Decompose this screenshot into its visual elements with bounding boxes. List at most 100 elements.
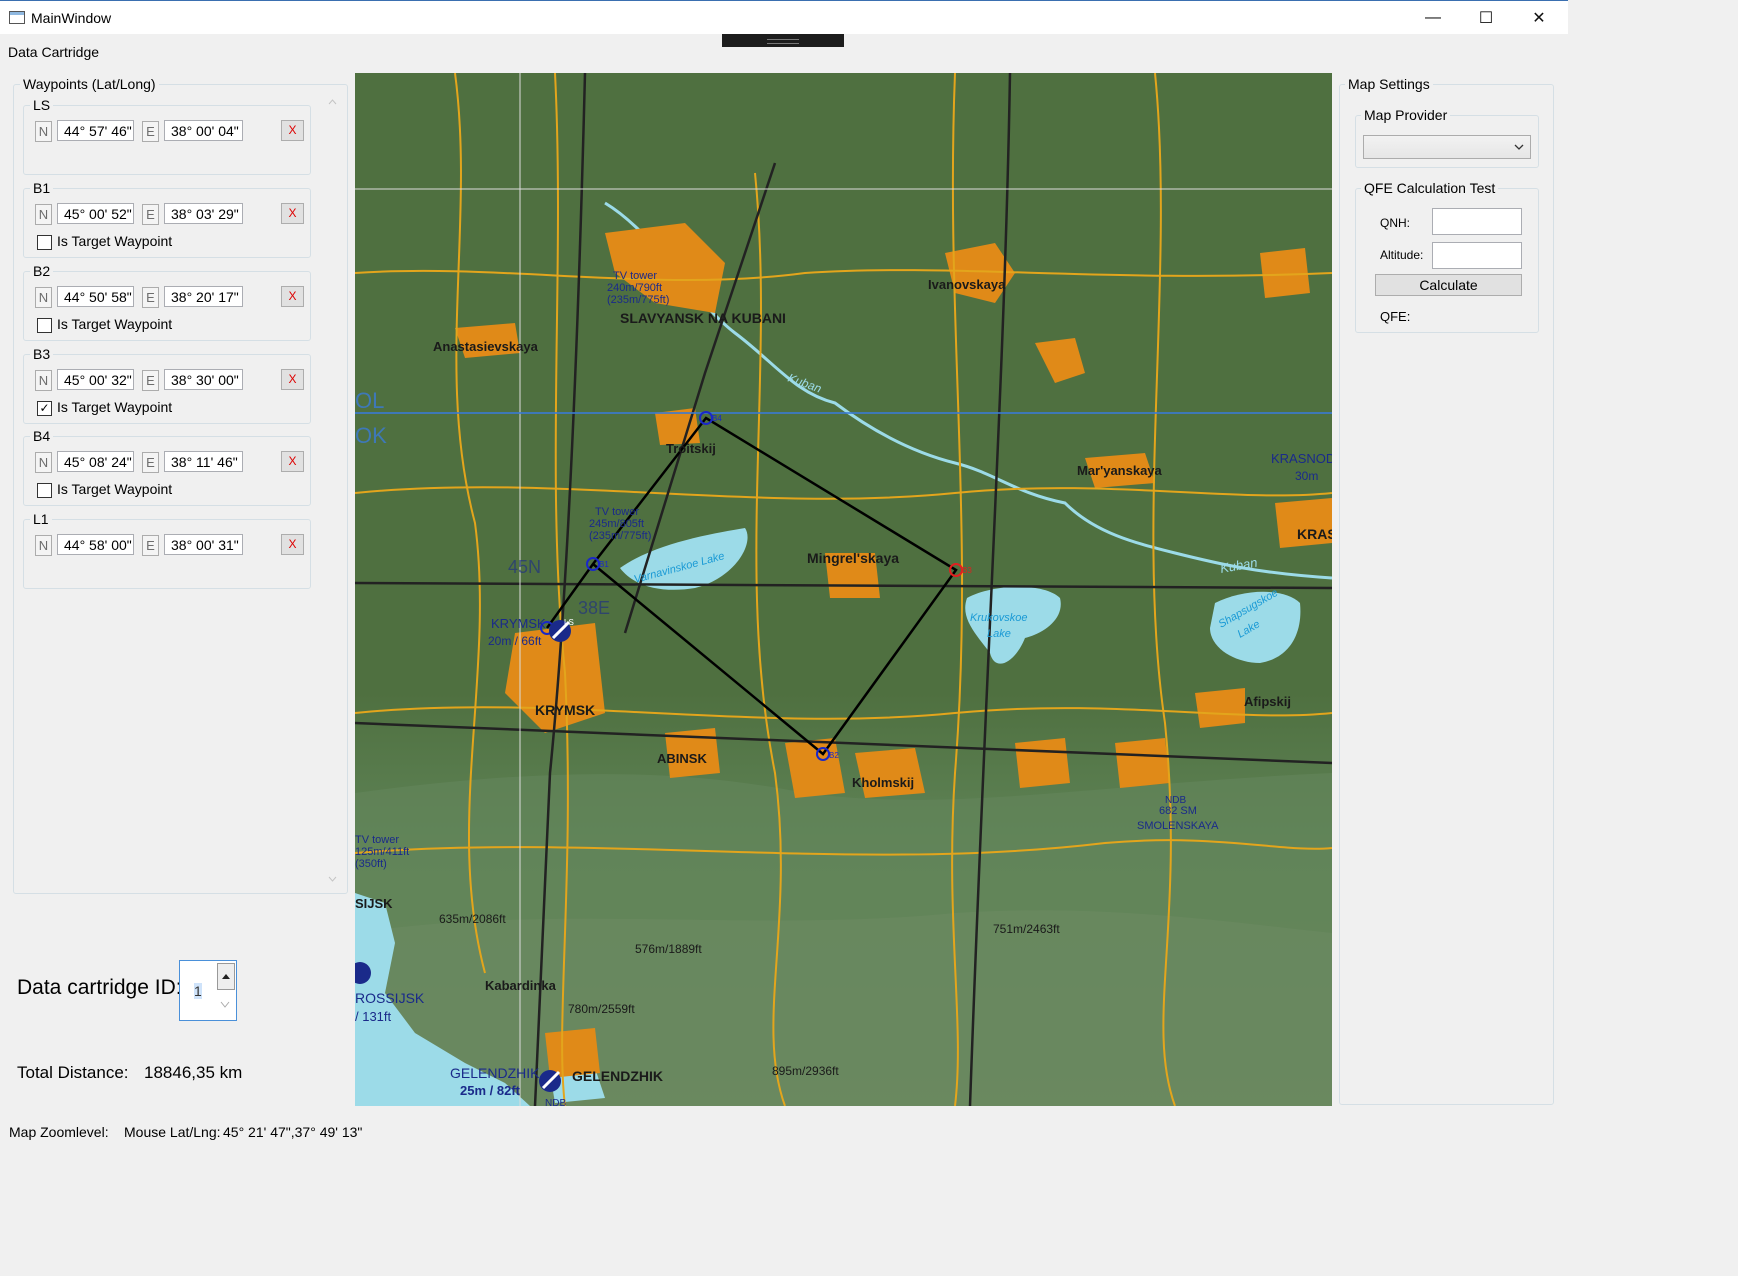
latitude-field[interactable]: 44° 57' 46": [57, 120, 134, 141]
latitude-field[interactable]: 45° 08' 24": [57, 451, 134, 472]
title-bar: MainWindow — ☐ ✕: [0, 0, 1568, 34]
map-label-abinsk: ABINSK: [657, 751, 707, 766]
is-target-label[interactable]: Is Target Waypoint: [57, 316, 172, 332]
map-label-tv-tower-3: TV tower: [355, 834, 399, 846]
qnh-input[interactable]: [1432, 208, 1522, 235]
calculate-button[interactable]: Calculate: [1375, 274, 1522, 296]
map-label-wp-b2: B2: [829, 751, 839, 760]
latitude-field[interactable]: 44° 50' 58": [57, 286, 134, 307]
lat-hemisphere-field[interactable]: N: [35, 287, 52, 308]
map-label-gelendzhik: GELENDZHIK: [572, 1068, 663, 1084]
map-label-ok: OK: [355, 423, 387, 448]
cartridge-id-label: Data cartridge ID:: [17, 976, 182, 999]
lat-hemisphere-field[interactable]: N: [35, 535, 52, 556]
map-provider-select[interactable]: [1363, 135, 1531, 159]
map-airfield-gelendzhik: [539, 1070, 561, 1092]
map-label-anastasievskaya: Anastasievskaya: [433, 339, 539, 354]
longitude-field[interactable]: 38° 00' 04": [164, 120, 243, 141]
map-label-novorossijsk-elev: / 131ft: [355, 1009, 392, 1024]
qfe-label: QFE:: [1380, 309, 1411, 324]
window-title: MainWindow: [31, 10, 112, 26]
lat-hemisphere-field[interactable]: N: [35, 121, 52, 142]
delete-waypoint-button[interactable]: X: [281, 286, 304, 307]
app-icon: [9, 11, 25, 24]
map-label-kholmskij: Kholmskij: [852, 775, 914, 790]
delete-waypoint-button[interactable]: X: [281, 120, 304, 141]
longitude-field[interactable]: 38° 00' 31": [164, 534, 243, 555]
delete-waypoint-button[interactable]: X: [281, 369, 304, 390]
map-label-elev-2: 576m/1889ft: [635, 942, 702, 956]
map-label-mingrelskaya: Mingrel'skaya: [807, 550, 899, 566]
waypoint-card: B2 N 44° 50' 58" E 38° 20' 17" X Is Target Way…: [23, 263, 311, 341]
waypoint-card: B1 N 45° 00' 52" E 38° 03' 29" X Is Target Way…: [23, 180, 311, 258]
grid-splitter-handle[interactable]: [722, 34, 844, 47]
is-target-label[interactable]: Is Target Waypoint: [57, 481, 172, 497]
lon-hemisphere-field[interactable]: E: [142, 370, 159, 391]
lon-hemisphere-field[interactable]: E: [142, 204, 159, 225]
map-label-sijsk: SIJSK: [355, 896, 393, 911]
is-target-checkbox[interactable]: [37, 235, 52, 250]
map-settings-label: Map Settings: [1345, 76, 1433, 92]
spinner-down-button[interactable]: [217, 991, 235, 1018]
waypoint-card: LS N 44° 57' 46" E 38° 00' 04" X: [23, 97, 311, 175]
waypoint-card: B4 N 45° 08' 24" E 38° 11' 46" X Is Target Way…: [23, 428, 311, 506]
lat-hemisphere-field[interactable]: N: [35, 370, 52, 391]
is-target-checkbox[interactable]: ✓: [37, 401, 52, 416]
longitude-field[interactable]: 38° 30' 00": [164, 369, 243, 390]
map-label-slavyansk: SLAVYANSK NA KUBANI: [620, 310, 786, 326]
delete-waypoint-button[interactable]: X: [281, 534, 304, 555]
waypoint-name: B4: [30, 428, 54, 444]
altitude-input[interactable]: [1432, 242, 1522, 269]
waypoint-name: B1: [30, 180, 54, 196]
maximize-button[interactable]: ☐: [1463, 1, 1509, 35]
delete-waypoint-button[interactable]: X: [281, 451, 304, 472]
latitude-field[interactable]: 45° 00' 32": [57, 369, 134, 390]
map-label-tv-tower-2: TV tower: [595, 506, 639, 518]
map-label-krymsk-airfield: KRYMSK: [491, 616, 546, 631]
is-target-checkbox[interactable]: [37, 318, 52, 333]
map-label-gelendzhik-airfield: GELENDZHIK: [450, 1065, 540, 1081]
lat-hemisphere-field[interactable]: N: [35, 452, 52, 473]
total-distance-label: Total Distance:: [17, 1063, 129, 1082]
map-label-krasn: KRASN: [1297, 526, 1332, 542]
total-distance-value: 18846,35 km: [144, 1063, 243, 1082]
map-label-wp-b1: B1: [599, 560, 609, 569]
lon-hemisphere-field[interactable]: E: [142, 287, 159, 308]
delete-waypoint-button[interactable]: X: [281, 203, 304, 224]
map-label-ivanovskaya: Ivanovskaya: [928, 277, 1006, 292]
cartridge-id-value[interactable]: 1: [194, 983, 202, 999]
map-label-tv-tower-2-h1: 245m/805ft: [589, 518, 644, 530]
longitude-field[interactable]: 38° 11' 46": [164, 451, 243, 472]
map-label-smolenskaya: SMOLENSKAYA: [1137, 820, 1219, 832]
map-provider-group: Map Provider: [1355, 107, 1539, 168]
lat-hemisphere-field[interactable]: N: [35, 204, 52, 225]
minimize-button[interactable]: —: [1410, 1, 1456, 35]
map-label-afipskij: Afipskij: [1244, 694, 1291, 709]
longitude-field[interactable]: 38° 20' 17": [164, 286, 243, 307]
map-label-tv-tower-2-h2: (235m/775ft): [589, 530, 651, 542]
lon-hemisphere-field[interactable]: E: [142, 535, 159, 556]
longitude-field[interactable]: 38° 03' 29": [164, 203, 243, 224]
map-label-ndb-freq: 682 SM: [1159, 805, 1197, 817]
map-label-wp-ls: LS: [564, 618, 574, 627]
close-button[interactable]: ✕: [1516, 1, 1562, 35]
qfe-group-label: QFE Calculation Test: [1361, 180, 1499, 196]
map-label-maryanskaya: Mar'yanskaya: [1077, 463, 1163, 478]
cartridge-id-spinner[interactable]: 1: [179, 960, 237, 1021]
waypoint-list-scrollbar[interactable]: [324, 93, 341, 888]
latitude-field[interactable]: 44° 58' 00": [57, 534, 134, 555]
is-target-checkbox[interactable]: [37, 483, 52, 498]
map-label-tv-tower-1: TV tower: [613, 270, 657, 282]
map-view[interactable]: SLAVYANSK NA KUBANI Anastasievskaya Ivan…: [355, 73, 1332, 1106]
latitude-field[interactable]: 45° 00' 52": [57, 203, 134, 224]
is-target-label[interactable]: Is Target Waypoint: [57, 233, 172, 249]
menu-data-cartridge[interactable]: Data Cartridge: [8, 44, 99, 60]
map-label-krasnod-elev: 30m: [1295, 469, 1318, 483]
is-target-label[interactable]: Is Target Waypoint: [57, 399, 172, 415]
lon-hemisphere-field[interactable]: E: [142, 121, 159, 142]
lon-hemisphere-field[interactable]: E: [142, 452, 159, 473]
chevron-down-icon: [1514, 144, 1524, 150]
waypoints-group: Waypoints (Lat/Long) LS N 44° 57' 46" E 38° …: [13, 76, 348, 894]
spinner-up-button[interactable]: [217, 963, 235, 990]
map-label-lake-krukovskoe: Krukovskoe: [970, 612, 1027, 624]
